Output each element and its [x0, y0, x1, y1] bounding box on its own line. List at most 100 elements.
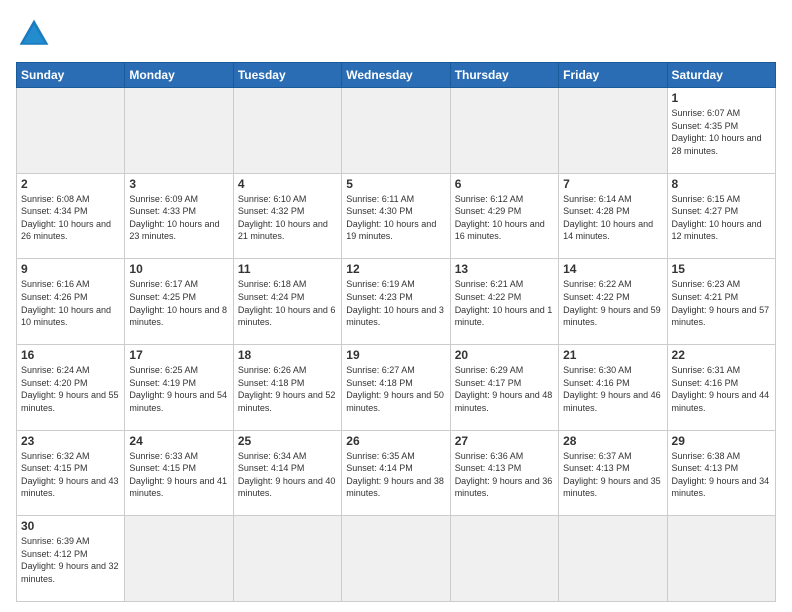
day-info: Sunrise: 6:10 AM Sunset: 4:32 PM Dayligh…	[238, 193, 337, 243]
day-number: 24	[129, 434, 228, 448]
day-info: Sunrise: 6:29 AM Sunset: 4:17 PM Dayligh…	[455, 364, 554, 414]
day-number: 19	[346, 348, 445, 362]
day-info: Sunrise: 6:38 AM Sunset: 4:13 PM Dayligh…	[672, 450, 771, 500]
day-info: Sunrise: 6:07 AM Sunset: 4:35 PM Dayligh…	[672, 107, 771, 157]
header-row: SundayMondayTuesdayWednesdayThursdayFrid…	[17, 63, 776, 88]
day-info: Sunrise: 6:25 AM Sunset: 4:19 PM Dayligh…	[129, 364, 228, 414]
calendar-cell	[559, 88, 667, 174]
calendar-cell	[17, 88, 125, 174]
day-info: Sunrise: 6:24 AM Sunset: 4:20 PM Dayligh…	[21, 364, 120, 414]
day-info: Sunrise: 6:39 AM Sunset: 4:12 PM Dayligh…	[21, 535, 120, 585]
day-number: 4	[238, 177, 337, 191]
day-number: 23	[21, 434, 120, 448]
day-info: Sunrise: 6:16 AM Sunset: 4:26 PM Dayligh…	[21, 278, 120, 328]
calendar-cell: 22Sunrise: 6:31 AM Sunset: 4:16 PM Dayli…	[667, 344, 775, 430]
calendar-cell: 2 Sunrise: 6:08 AM Sunset: 4:34 PM Daylig…	[17, 173, 125, 259]
calendar-week-row: 30 Sunrise: 6:39 AM Sunset: 4:12 PM Dayli…	[17, 516, 776, 602]
calendar-cell: 29Sunrise: 6:38 AM Sunset: 4:13 PM Dayli…	[667, 430, 775, 516]
day-info: Sunrise: 6:09 AM Sunset: 4:33 PM Dayligh…	[129, 193, 228, 243]
calendar-cell: 14Sunrise: 6:22 AM Sunset: 4:22 PM Dayli…	[559, 259, 667, 345]
calendar-cell: 24 Sunrise: 6:33 AM Sunset: 4:15 PM Dayli…	[125, 430, 233, 516]
day-number: 2	[21, 177, 120, 191]
calendar-cell: 9 Sunrise: 6:16 AM Sunset: 4:26 PM Daylig…	[17, 259, 125, 345]
day-info: Sunrise: 6:27 AM Sunset: 4:18 PM Dayligh…	[346, 364, 445, 414]
calendar-cell	[342, 516, 450, 602]
day-number: 6	[455, 177, 554, 191]
calendar-cell: 21Sunrise: 6:30 AM Sunset: 4:16 PM Dayli…	[559, 344, 667, 430]
day-info: Sunrise: 6:32 AM Sunset: 4:15 PM Dayligh…	[21, 450, 120, 500]
calendar-cell: 23 Sunrise: 6:32 AM Sunset: 4:15 PM Dayli…	[17, 430, 125, 516]
calendar-cell: 27 Sunrise: 6:36 AM Sunset: 4:13 PM Dayli…	[450, 430, 558, 516]
day-number: 27	[455, 434, 554, 448]
day-info: Sunrise: 6:23 AM Sunset: 4:21 PM Dayligh…	[672, 278, 771, 328]
logo-icon	[16, 16, 52, 52]
page: SundayMondayTuesdayWednesdayThursdayFrid…	[0, 0, 792, 612]
day-number: 25	[238, 434, 337, 448]
calendar-cell	[667, 516, 775, 602]
calendar-cell: 5Sunrise: 6:11 AM Sunset: 4:30 PM Daylig…	[342, 173, 450, 259]
day-number: 12	[346, 262, 445, 276]
day-info: Sunrise: 6:18 AM Sunset: 4:24 PM Dayligh…	[238, 278, 337, 328]
day-info: Sunrise: 6:14 AM Sunset: 4:28 PM Dayligh…	[563, 193, 662, 243]
calendar-cell: 7 Sunrise: 6:14 AM Sunset: 4:28 PM Daylig…	[559, 173, 667, 259]
calendar-cell: 8 Sunrise: 6:15 AM Sunset: 4:27 PM Daylig…	[667, 173, 775, 259]
calendar-cell: 20 Sunrise: 6:29 AM Sunset: 4:17 PM Dayli…	[450, 344, 558, 430]
day-info: Sunrise: 6:33 AM Sunset: 4:15 PM Dayligh…	[129, 450, 228, 500]
calendar-cell	[559, 516, 667, 602]
day-number: 3	[129, 177, 228, 191]
day-of-week-header: Sunday	[17, 63, 125, 88]
day-number: 17	[129, 348, 228, 362]
calendar-cell	[233, 516, 341, 602]
day-info: Sunrise: 6:17 AM Sunset: 4:25 PM Dayligh…	[129, 278, 228, 328]
day-info: Sunrise: 6:36 AM Sunset: 4:13 PM Dayligh…	[455, 450, 554, 500]
day-info: Sunrise: 6:15 AM Sunset: 4:27 PM Dayligh…	[672, 193, 771, 243]
day-number: 16	[21, 348, 120, 362]
day-number: 11	[238, 262, 337, 276]
day-number: 10	[129, 262, 228, 276]
calendar-cell: 30 Sunrise: 6:39 AM Sunset: 4:12 PM Dayli…	[17, 516, 125, 602]
calendar-week-row: 1Sunrise: 6:07 AM Sunset: 4:35 PM Daylig…	[17, 88, 776, 174]
day-info: Sunrise: 6:12 AM Sunset: 4:29 PM Dayligh…	[455, 193, 554, 243]
day-info: Sunrise: 6:37 AM Sunset: 4:13 PM Dayligh…	[563, 450, 662, 500]
calendar-cell: 4 Sunrise: 6:10 AM Sunset: 4:32 PM Daylig…	[233, 173, 341, 259]
calendar-cell: 26Sunrise: 6:35 AM Sunset: 4:14 PM Dayli…	[342, 430, 450, 516]
day-number: 9	[21, 262, 120, 276]
day-number: 30	[21, 519, 120, 533]
day-number: 8	[672, 177, 771, 191]
day-number: 22	[672, 348, 771, 362]
calendar-cell: 15 Sunrise: 6:23 AM Sunset: 4:21 PM Dayli…	[667, 259, 775, 345]
day-of-week-header: Wednesday	[342, 63, 450, 88]
calendar-cell	[233, 88, 341, 174]
day-number: 21	[563, 348, 662, 362]
calendar-cell: 1Sunrise: 6:07 AM Sunset: 4:35 PM Daylig…	[667, 88, 775, 174]
day-info: Sunrise: 6:34 AM Sunset: 4:14 PM Dayligh…	[238, 450, 337, 500]
calendar-cell	[125, 88, 233, 174]
calendar-cell: 12Sunrise: 6:19 AM Sunset: 4:23 PM Dayli…	[342, 259, 450, 345]
calendar-cell: 25 Sunrise: 6:34 AM Sunset: 4:14 PM Dayli…	[233, 430, 341, 516]
day-of-week-header: Friday	[559, 63, 667, 88]
calendar-cell	[125, 516, 233, 602]
calendar-cell	[342, 88, 450, 174]
calendar-cell: 6 Sunrise: 6:12 AM Sunset: 4:29 PM Daylig…	[450, 173, 558, 259]
calendar-week-row: 9 Sunrise: 6:16 AM Sunset: 4:26 PM Daylig…	[17, 259, 776, 345]
day-number: 15	[672, 262, 771, 276]
calendar-cell: 13 Sunrise: 6:21 AM Sunset: 4:22 PM Dayli…	[450, 259, 558, 345]
logo	[16, 16, 58, 52]
day-info: Sunrise: 6:11 AM Sunset: 4:30 PM Dayligh…	[346, 193, 445, 243]
calendar-cell: 10 Sunrise: 6:17 AM Sunset: 4:25 PM Dayli…	[125, 259, 233, 345]
day-info: Sunrise: 6:35 AM Sunset: 4:14 PM Dayligh…	[346, 450, 445, 500]
day-number: 20	[455, 348, 554, 362]
calendar-cell: 18Sunrise: 6:26 AM Sunset: 4:18 PM Dayli…	[233, 344, 341, 430]
calendar-body: 1Sunrise: 6:07 AM Sunset: 4:35 PM Daylig…	[17, 88, 776, 602]
day-info: Sunrise: 6:08 AM Sunset: 4:34 PM Dayligh…	[21, 193, 120, 243]
day-number: 7	[563, 177, 662, 191]
day-number: 13	[455, 262, 554, 276]
day-of-week-header: Tuesday	[233, 63, 341, 88]
day-number: 28	[563, 434, 662, 448]
calendar-week-row: 2 Sunrise: 6:08 AM Sunset: 4:34 PM Daylig…	[17, 173, 776, 259]
day-info: Sunrise: 6:21 AM Sunset: 4:22 PM Dayligh…	[455, 278, 554, 328]
calendar-cell: 16 Sunrise: 6:24 AM Sunset: 4:20 PM Dayli…	[17, 344, 125, 430]
day-of-week-header: Saturday	[667, 63, 775, 88]
day-info: Sunrise: 6:22 AM Sunset: 4:22 PM Dayligh…	[563, 278, 662, 328]
calendar-cell	[450, 88, 558, 174]
